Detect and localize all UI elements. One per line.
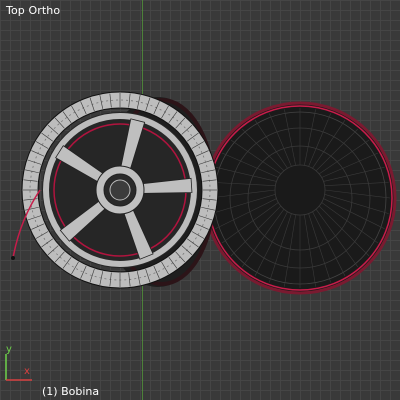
axes-gizmo: y x [5, 344, 32, 381]
wheel-left[interactable] [21, 91, 219, 289]
3d-viewport[interactable]: Top Ortho y x (1) Bobina [0, 0, 400, 400]
gizmo-y-label: y [6, 344, 12, 355]
active-object-label: (1) Bobina [42, 385, 100, 398]
view-label: Top Ortho [6, 4, 61, 17]
scene-canvas[interactable] [0, 0, 400, 400]
gizmo-x-label: x [24, 366, 30, 377]
disc-right[interactable] [203, 101, 397, 295]
